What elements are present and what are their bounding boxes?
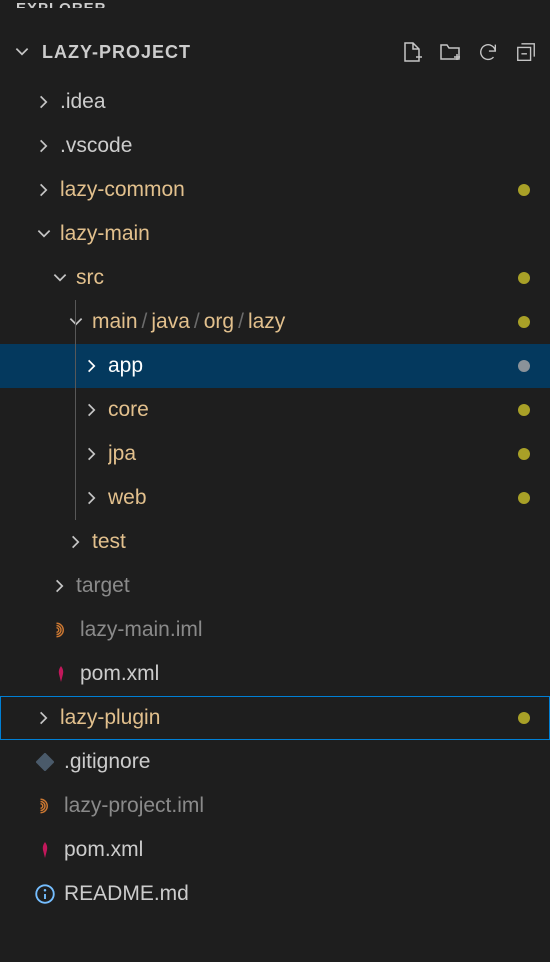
file-readme[interactable]: README.md: [0, 872, 550, 916]
chevron-right-icon: [82, 444, 102, 464]
file-label: .gitignore: [64, 750, 530, 774]
refresh-icon[interactable]: [476, 40, 500, 64]
folder-label: .idea: [60, 90, 530, 114]
iml-file-icon: [50, 619, 72, 641]
folder-app[interactable]: app: [0, 344, 550, 388]
project-title: LAZY-PROJECT: [42, 42, 191, 63]
chevron-right-icon: [34, 708, 54, 728]
folder-lazy-plugin[interactable]: lazy-plugin: [0, 696, 550, 740]
modified-dot-icon: [518, 448, 530, 460]
file-pom-xml-root[interactable]: pom.xml: [0, 828, 550, 872]
chevron-right-icon: [82, 356, 102, 376]
maven-file-icon: [34, 839, 56, 861]
folder-label: src: [76, 266, 518, 290]
folder-path-label: main/java/org/lazy: [92, 310, 518, 334]
file-label: README.md: [64, 882, 530, 906]
folder-label: lazy-common: [60, 178, 518, 202]
new-file-icon[interactable]: [400, 40, 424, 64]
iml-file-icon: [34, 795, 56, 817]
chevron-down-icon: [12, 42, 32, 62]
git-file-icon: [34, 751, 56, 773]
file-label: pom.xml: [64, 838, 530, 862]
folder-lazy-common[interactable]: lazy-common: [0, 168, 550, 212]
modified-dot-icon: [518, 184, 530, 196]
folder-label: .vscode: [60, 134, 530, 158]
modified-dot-icon: [518, 404, 530, 416]
file-label: lazy-main.iml: [80, 618, 530, 642]
modified-dot-icon: [518, 316, 530, 328]
chevron-right-icon: [34, 92, 54, 112]
collapse-all-icon[interactable]: [514, 40, 538, 64]
chevron-down-icon: [50, 268, 70, 288]
file-pom-xml-main[interactable]: pom.xml: [0, 652, 550, 696]
chevron-right-icon: [66, 532, 86, 552]
folder-vscode[interactable]: .vscode: [0, 124, 550, 168]
chevron-right-icon: [82, 488, 102, 508]
folder-label: target: [76, 574, 530, 598]
folder-src[interactable]: src: [0, 256, 550, 300]
folder-lazy-main[interactable]: lazy-main: [0, 212, 550, 256]
folder-main-java-org-lazy[interactable]: main/java/org/lazy: [0, 300, 550, 344]
file-label: pom.xml: [80, 662, 530, 686]
chevron-right-icon: [34, 180, 54, 200]
folder-idea[interactable]: .idea: [0, 80, 550, 124]
chevron-down-icon: [34, 224, 54, 244]
panel-actions: [400, 40, 538, 64]
file-label: lazy-project.iml: [64, 794, 530, 818]
project-panel-header[interactable]: LAZY-PROJECT: [0, 28, 550, 76]
folder-label: web: [108, 486, 518, 510]
folder-web[interactable]: web: [0, 476, 550, 520]
folder-label: jpa: [108, 442, 518, 466]
chevron-down-icon: [66, 312, 86, 332]
file-gitignore[interactable]: .gitignore: [0, 740, 550, 784]
folder-label: lazy-main: [60, 222, 530, 246]
modified-dot-icon: [518, 272, 530, 284]
folder-label: app: [108, 354, 518, 378]
new-folder-icon[interactable]: [438, 40, 462, 64]
info-file-icon: [34, 883, 56, 905]
explorer-section-header: EXPLORER: [0, 0, 550, 8]
chevron-right-icon: [50, 576, 70, 596]
modified-dot-icon: [518, 492, 530, 504]
folder-test[interactable]: test: [0, 520, 550, 564]
untracked-dot-icon: [518, 360, 530, 372]
modified-dot-icon: [518, 712, 530, 724]
folder-target[interactable]: target: [0, 564, 550, 608]
file-tree: .idea .vscode lazy-common lazy-main src: [0, 76, 550, 916]
folder-jpa[interactable]: jpa: [0, 432, 550, 476]
folder-core[interactable]: core: [0, 388, 550, 432]
chevron-right-icon: [82, 400, 102, 420]
chevron-right-icon: [34, 136, 54, 156]
folder-label: test: [92, 530, 530, 554]
folder-label: core: [108, 398, 518, 422]
folder-label: lazy-plugin: [60, 706, 518, 730]
file-lazy-project-iml[interactable]: lazy-project.iml: [0, 784, 550, 828]
maven-file-icon: [50, 663, 72, 685]
file-lazy-main-iml[interactable]: lazy-main.iml: [0, 608, 550, 652]
